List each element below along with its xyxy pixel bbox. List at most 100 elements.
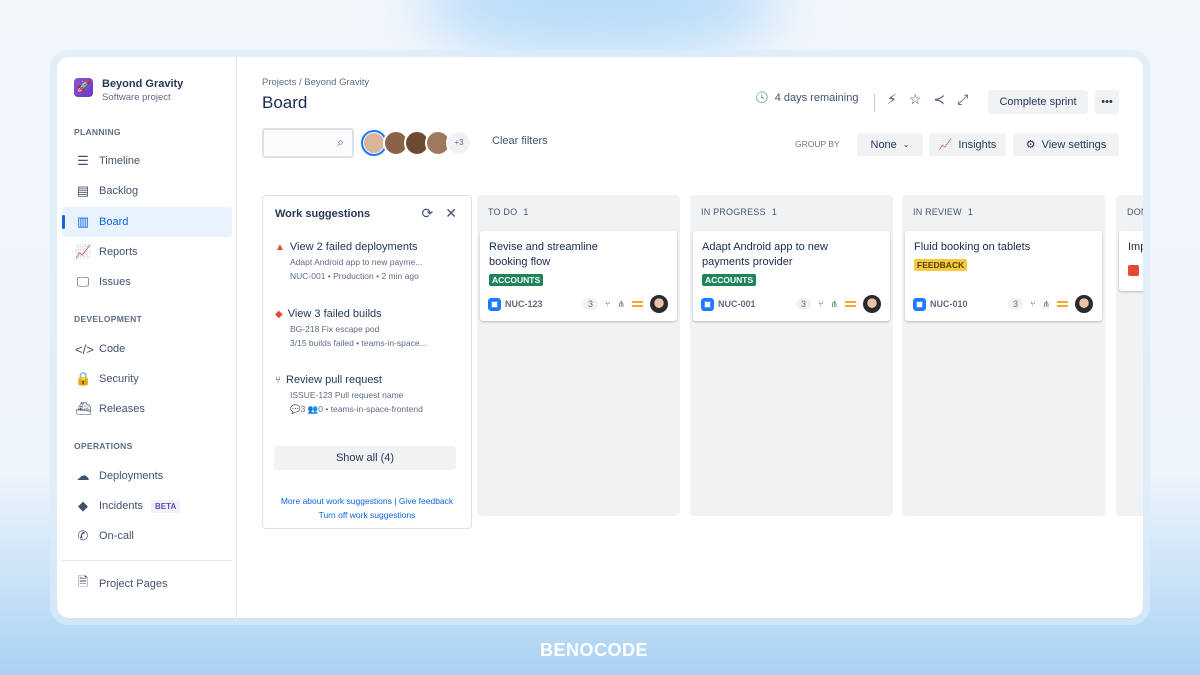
column-title: DONE	[1127, 207, 1143, 217]
column-count: 1	[523, 207, 529, 217]
label: Issues	[99, 276, 131, 288]
issue-card[interactable]: Adapt Android app to new payments provid…	[693, 231, 890, 321]
suggestion-item[interactable]: ◆ View 3 failed builds BG-218 Fix escape …	[275, 308, 427, 348]
complete-sprint-button[interactable]: Complete sprint	[988, 90, 1088, 114]
column-title: IN PROGRESS	[701, 207, 766, 217]
ship-icon: ⛴	[75, 401, 92, 416]
lightning-icon[interactable]: ⚡︎	[887, 91, 897, 108]
turn-off-link[interactable]: Turn off work suggestions	[319, 510, 416, 520]
assignee-avatar[interactable]	[863, 295, 881, 313]
beta-badge: BETA	[151, 499, 181, 513]
more-button[interactable]: •••	[1095, 90, 1119, 114]
comment-count: 3	[583, 298, 599, 310]
sidebar-item-project-pages[interactable]: 🗎 Project Pages	[62, 569, 232, 599]
section-planning: PLANNING	[74, 127, 121, 137]
reports-icon: 📈	[75, 244, 92, 259]
suggestion-item[interactable]: ▲ View 2 failed deployments Adapt Android…	[275, 241, 422, 281]
give-feedback-link[interactable]: Give feedback	[399, 496, 453, 506]
code-icon: </>	[75, 341, 94, 357]
backlog-icon: ▤	[76, 183, 90, 198]
suggestion-detail: BG-218 Fix escape pod	[290, 324, 380, 334]
app-window: 🚀 Beyond Gravity Software project PLANNI…	[57, 57, 1143, 618]
suggestion-meta: NUC-001 • Production • 2 min ago	[290, 271, 419, 281]
column-title: IN REVIEW	[913, 207, 962, 217]
issue-card[interactable]: Imp	[1119, 231, 1143, 291]
card-label: ACCOUNTS	[489, 274, 544, 286]
incident-icon: ◆	[78, 498, 88, 513]
label: Timeline	[99, 155, 141, 167]
more-about-link[interactable]: More about work suggestions	[281, 496, 392, 506]
chart-icon: 📈	[938, 139, 953, 151]
label: Code	[99, 343, 126, 355]
remaining-text: 4 days remaining	[774, 91, 859, 104]
sidebar-item-incidents[interactable]: ◆ Incidents BETA	[62, 491, 232, 521]
suggestion-item[interactable]: ⑂ Review pull request ISSUE-123 Pull requ…	[275, 374, 423, 415]
sidebar: 🚀 Beyond Gravity Software project PLANNI…	[57, 57, 237, 618]
board-icon: ▥	[76, 214, 90, 229]
card-label: ACCOUNTS	[702, 274, 757, 286]
expand-icon[interactable]: ⤢	[957, 91, 968, 108]
story-icon	[701, 297, 714, 311]
page-title: Board	[262, 93, 308, 112]
rocket-icon: 🚀	[74, 78, 93, 97]
sidebar-item-reports[interactable]: 📈 Reports	[62, 237, 232, 267]
group-by-select[interactable]: None ⌄	[857, 133, 923, 156]
sidebar-item-issues[interactable]: 🖵 Issues	[62, 267, 232, 297]
label: Incidents	[99, 500, 144, 512]
issue-key[interactable]: NUC-001	[718, 299, 756, 309]
section-development: DEVELOPMENT	[74, 314, 143, 324]
label: Reports	[99, 246, 138, 258]
issue-card[interactable]: Fluid booking on tablets FEEDBACK NUC-01…	[905, 231, 1102, 321]
search-input[interactable]: ⌕	[262, 128, 354, 158]
project-header[interactable]: 🚀 Beyond Gravity Software project	[74, 78, 183, 103]
pull-request-icon: ⑂	[275, 374, 281, 386]
priority-medium-icon	[1057, 301, 1068, 307]
sidebar-item-security[interactable]: 🔒 Security	[62, 364, 232, 394]
cloud-upload-icon: ☁	[76, 468, 90, 483]
sidebar-item-backlog[interactable]: ▤ Backlog	[62, 176, 232, 206]
pull-request-icon: ⑂	[1030, 299, 1036, 309]
show-all-button[interactable]: Show all (4)	[274, 446, 456, 470]
share-icon[interactable]: ≺	[933, 91, 945, 108]
breadcrumb[interactable]: Projects / Beyond Gravity	[262, 77, 369, 88]
error-icon: ◆	[275, 308, 283, 320]
sprint-remaining: 🕓 4 days remaining	[755, 91, 859, 105]
comment-count: 3	[796, 298, 812, 310]
label: Backlog	[99, 185, 139, 197]
timeline-icon: ☰	[77, 153, 89, 168]
suggestion-meta: 💬3 👥0 • teams-in-space-frontend	[290, 404, 423, 414]
issue-key[interactable]: NUC-010	[930, 299, 968, 309]
star-icon[interactable]: ☆	[909, 91, 922, 108]
assignee-avatar[interactable]	[650, 295, 668, 313]
suggestion-title: View 3 failed builds	[287, 308, 382, 320]
board-column: IN PROGRESS 1 Adapt Android app to new pa…	[690, 195, 893, 516]
close-icon[interactable]: ✕	[445, 205, 457, 222]
more-avatars[interactable]: +3	[446, 130, 472, 156]
search-icon: ⌕	[337, 135, 344, 149]
issue-card[interactable]: Revise and streamline booking flow ACCOU…	[480, 231, 677, 321]
assignee-avatar[interactable]	[1075, 295, 1093, 313]
sidebar-item-board[interactable]: ▥ Board	[62, 207, 232, 237]
insights-button[interactable]: 📈 Insights	[929, 133, 1006, 156]
sidebar-item-releases[interactable]: ⛴ Releases	[62, 394, 232, 424]
sidebar-item-on-call[interactable]: ✆ On-call	[62, 521, 232, 551]
column-count: 1	[771, 207, 777, 217]
page-icon: 🗎	[77, 574, 89, 589]
label: Releases	[99, 403, 145, 415]
suggestion-meta: 3/15 builds failed • teams-in-space...	[290, 338, 427, 348]
group-by-label: GROUP BY	[795, 139, 840, 149]
project-type: Software project	[102, 92, 171, 103]
board-column: DONE Imp	[1116, 195, 1143, 516]
label: Board	[99, 216, 129, 228]
sidebar-item-deployments[interactable]: ☁ Deployments	[62, 461, 232, 491]
clear-filters-button[interactable]: Clear filters	[492, 135, 548, 147]
refresh-icon[interactable]: ⟳	[422, 205, 434, 222]
story-icon	[913, 297, 926, 311]
issue-key[interactable]: NUC-123	[505, 299, 543, 309]
view-settings-button[interactable]: ⚙ View settings	[1013, 133, 1119, 156]
suggestion-title: View 2 failed deployments	[289, 241, 418, 253]
sidebar-item-timeline[interactable]: ☰ Timeline	[62, 146, 232, 176]
bug-icon	[1128, 265, 1139, 276]
header-actions: ⚡︎ ☆ ≺ ⤢	[887, 91, 968, 108]
sidebar-item-code[interactable]: </> Code	[62, 334, 232, 364]
